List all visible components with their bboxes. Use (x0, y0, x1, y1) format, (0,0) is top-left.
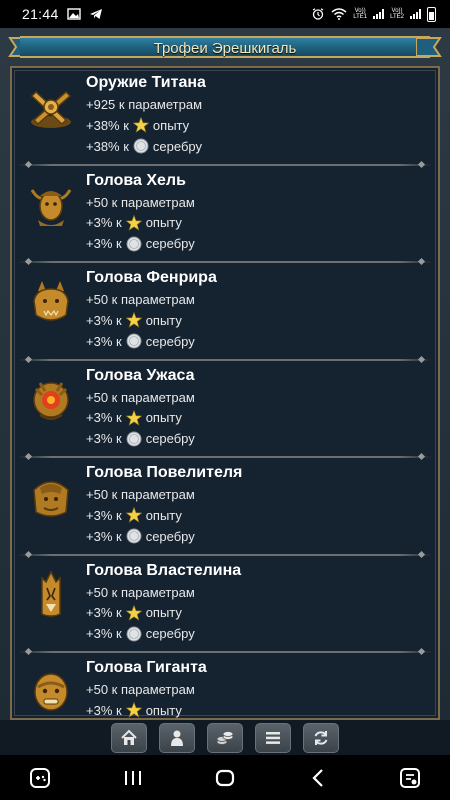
trophy-item[interactable]: Оружие Титана +925 к параметрам +38% к о… (12, 68, 438, 166)
menu-button[interactable] (255, 722, 291, 753)
page-title: Трофеи Эрешкигаль (153, 40, 297, 57)
coins-button[interactable] (207, 722, 243, 753)
exp-bonus: +3% к опыту (86, 312, 182, 328)
silver-bonus: +3% к серебру (86, 333, 195, 349)
params-bonus: +50 к параметрам (86, 194, 195, 210)
lord-head-icon (33, 481, 69, 517)
silver-bonus: +38% к серебру (86, 138, 202, 154)
exp-bonus: +3% к опыту (86, 507, 182, 523)
back-icon (311, 768, 323, 787)
trophy-item[interactable]: Голова Властелина +50 к параметрам +3% к… (12, 556, 438, 653)
params-bonus: +50 к параметрам (86, 682, 195, 697)
silver-coin-icon (126, 333, 142, 349)
trophy-list[interactable]: Оружие Титана +925 к параметрам +38% к о… (10, 66, 440, 720)
silver-coin-icon (126, 236, 142, 251)
silver-bonus: +3% к серебру (86, 431, 195, 446)
giant-head-icon (34, 673, 68, 711)
character-button[interactable] (159, 722, 195, 753)
params-bonus: +925 к параметрам (86, 97, 203, 112)
alarm-icon (312, 8, 324, 20)
game-screen: Трофеи Эрешкигаль Оружие Титана +925 к п… (0, 28, 450, 755)
titan-weapon-icon (30, 90, 72, 128)
trophy-item[interactable]: Голова Хель +50 к параметрам +3% к опыту… (12, 166, 438, 263)
signal-2-icon (410, 9, 421, 19)
exp-bonus: +38% к опыту (86, 117, 190, 133)
home-button[interactable] (111, 722, 147, 753)
exp-bonus: +3% к опыту (86, 604, 182, 621)
title-banner: Трофеи Эрешкигаль (6, 32, 444, 62)
telegram-icon (89, 9, 102, 19)
recent-apps-button[interactable] (113, 758, 153, 798)
navigation-bar (0, 755, 450, 800)
trophy-name: Оружие Титана (86, 74, 206, 91)
game-toolbar (0, 720, 450, 755)
status-bar: 21:44 Vo)) LTE1 Vo)) LTE2 (0, 0, 450, 28)
trophy-name: Голова Ужаса (86, 366, 195, 384)
params-bonus: +50 к параметрам (86, 584, 195, 600)
menu-icon (266, 731, 280, 744)
lte2-indicator: Vo)) LTE2 (390, 8, 404, 20)
home-button-icon (215, 769, 235, 786)
star-icon (125, 507, 142, 523)
star-icon (125, 214, 142, 231)
trophy-name: Голова Повелителя (86, 464, 243, 481)
silver-bonus: +3% к серебру (86, 236, 195, 251)
params-bonus: +50 к параметрам (86, 292, 195, 307)
trophy-name: Голова Властелина (86, 561, 242, 579)
home-nav-button[interactable] (205, 758, 245, 798)
screenshot-icon (400, 767, 420, 788)
signal-1-icon (373, 9, 385, 19)
recent-apps-icon (124, 770, 141, 785)
star-icon (125, 409, 142, 426)
silver-bonus: +3% к серебру (86, 626, 195, 641)
character-icon (171, 730, 183, 746)
params-bonus: +50 к параметрам (86, 389, 195, 405)
coins-icon (216, 730, 234, 745)
battery-icon (427, 6, 436, 22)
hel-head-icon (30, 188, 72, 226)
refresh-icon (314, 730, 328, 745)
wifi-icon (331, 8, 347, 20)
trophy-item[interactable]: Голова Ужаса +50 к параметрам +3% к опыт… (12, 361, 438, 458)
home-icon (121, 729, 137, 745)
trophy-name: Голова Фенрира (86, 269, 217, 286)
silver-bonus: +3% к серебру (86, 528, 195, 544)
star-icon (125, 312, 142, 328)
trophy-item[interactable]: Голова Гиганта +50 к параметрам +3% к оп… (12, 653, 438, 718)
exp-bonus: +3% к опыту (86, 409, 182, 426)
trophy-item[interactable]: Голова Фенрира +50 к параметрам +3% к оп… (12, 263, 438, 361)
params-bonus: +50 к параметрам (86, 487, 195, 502)
screenshot-button[interactable] (390, 758, 430, 798)
exp-bonus: +3% к опыту (86, 214, 182, 231)
trophy-item[interactable]: Голова Повелителя +50 к параметрам +3% к… (12, 458, 438, 556)
star-icon (125, 702, 142, 718)
fenrir-head-icon (33, 281, 69, 321)
silver-coin-icon (126, 528, 142, 544)
silver-coin-icon (133, 138, 149, 154)
trophy-name: Голова Хель (86, 171, 186, 189)
star-icon (125, 604, 142, 621)
lte1-indicator: Vo)) LTE1 (353, 8, 368, 20)
silver-coin-icon (126, 431, 142, 446)
exp-bonus: +3% к опыту (86, 702, 182, 718)
game-launcher-icon (30, 767, 50, 788)
trophy-name: Голова Гиганта (86, 659, 207, 676)
silver-coin-icon (126, 626, 142, 641)
star-icon (132, 117, 149, 133)
horror-head-icon (33, 381, 69, 420)
overlord-head-icon (41, 569, 61, 617)
game-launcher-button[interactable] (20, 758, 60, 798)
gallery-icon (66, 8, 81, 20)
status-time: 21:44 (22, 6, 59, 22)
back-button[interactable] (298, 758, 338, 798)
refresh-button[interactable] (303, 722, 339, 753)
